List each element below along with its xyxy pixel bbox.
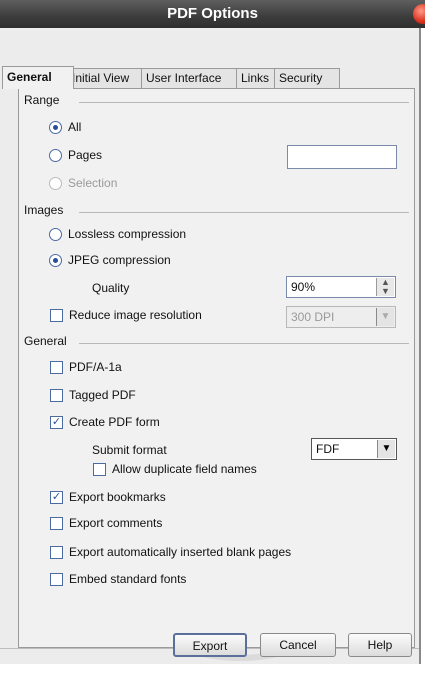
export-comments-checkbox[interactable] xyxy=(50,516,63,530)
quality-spinbox[interactable]: 90% ▲ ▼ xyxy=(286,276,396,298)
pages-radio[interactable] xyxy=(49,148,62,162)
embed-fonts-option[interactable]: Embed standard fonts xyxy=(50,572,186,586)
allow-duplicate-checkbox[interactable] xyxy=(93,462,106,476)
images-heading: Images xyxy=(24,203,64,217)
selection-label: Selection xyxy=(68,176,118,190)
all-radio[interactable] xyxy=(49,120,62,134)
range-divider xyxy=(79,102,409,103)
pages-label: Pages xyxy=(68,148,103,162)
resolution-value: 300 DPI xyxy=(291,310,335,324)
lossless-label: Lossless compression xyxy=(68,227,187,241)
range-heading: Range xyxy=(24,93,60,107)
embed-fonts-checkbox[interactable] xyxy=(50,572,63,586)
jpeg-option[interactable]: JPEG compression xyxy=(49,253,171,267)
range-all-option[interactable]: All xyxy=(49,120,81,134)
create-form-checkbox[interactable]: ✓ xyxy=(50,415,63,429)
chevron-down-icon[interactable]: ▼ xyxy=(377,440,395,458)
export-bookmarks-label: Export bookmarks xyxy=(69,490,166,504)
images-divider xyxy=(79,212,409,213)
reduce-resolution-label: Reduce image resolution xyxy=(69,308,202,322)
export-blank-pages-label: Export automatically inserted blank page… xyxy=(69,545,292,559)
tagged-pdf-label: Tagged PDF xyxy=(69,388,136,402)
dialog-body: General Initial View User Interface Link… xyxy=(0,28,421,664)
range-selection-option: Selection xyxy=(49,176,117,190)
general-panel: Range All Pages Selection Images Lossles… xyxy=(18,88,415,648)
export-comments-option[interactable]: Export comments xyxy=(50,516,162,530)
export-blank-pages-option[interactable]: Export automatically inserted blank page… xyxy=(50,545,291,559)
lossless-radio[interactable] xyxy=(49,227,62,241)
tagged-pdf-option[interactable]: Tagged PDF xyxy=(50,388,136,402)
tagged-pdf-checkbox[interactable] xyxy=(50,388,63,402)
reduce-resolution-option[interactable]: Reduce image resolution xyxy=(50,308,202,322)
export-button[interactable]: Export xyxy=(173,633,247,657)
export-comments-label: Export comments xyxy=(69,516,163,530)
help-button[interactable]: Help xyxy=(348,633,412,657)
resolution-select: 300 DPI ▼ xyxy=(286,306,396,328)
allow-duplicate-option[interactable]: Allow duplicate field names xyxy=(93,462,257,476)
create-form-label: Create PDF form xyxy=(69,415,160,429)
tab-security[interactable]: Security xyxy=(274,68,340,88)
selection-radio xyxy=(49,176,62,190)
general-heading: General xyxy=(24,334,67,348)
jpeg-label: JPEG compression xyxy=(68,253,171,267)
allow-duplicate-label: Allow duplicate field names xyxy=(112,462,257,476)
export-bookmarks-option[interactable]: ✓ Export bookmarks xyxy=(50,490,166,504)
quality-value: 90% xyxy=(291,280,316,294)
pdfa-option[interactable]: PDF/A-1a xyxy=(50,360,122,374)
tab-general[interactable]: General xyxy=(2,66,74,89)
pages-input[interactable] xyxy=(287,145,397,169)
export-blank-pages-checkbox[interactable] xyxy=(50,545,63,559)
submit-format-label: Submit format xyxy=(92,443,167,457)
title-bar: PDF Options xyxy=(0,0,425,28)
spin-arrows-icon[interactable]: ▲ ▼ xyxy=(376,278,394,296)
pdfa-checkbox[interactable] xyxy=(50,360,63,374)
pdfa-label: PDF/A-1a xyxy=(69,360,122,374)
export-bookmarks-checkbox[interactable]: ✓ xyxy=(50,490,63,504)
embed-fonts-label: Embed standard fonts xyxy=(69,572,187,586)
cancel-button[interactable]: Cancel xyxy=(260,633,336,657)
chevron-down-icon: ▼ xyxy=(376,308,394,326)
submit-format-value: FDF xyxy=(316,442,340,456)
general-divider xyxy=(79,343,409,344)
jpeg-radio[interactable] xyxy=(49,253,62,267)
window-title: PDF Options xyxy=(167,5,258,22)
tab-initial-view[interactable]: Initial View xyxy=(67,68,147,88)
create-form-option[interactable]: ✓ Create PDF form xyxy=(50,415,160,429)
all-label: All xyxy=(68,120,82,134)
reduce-resolution-checkbox[interactable] xyxy=(50,308,63,322)
lossless-option[interactable]: Lossless compression xyxy=(49,227,186,241)
tab-user-interface[interactable]: User Interface xyxy=(141,68,241,88)
range-pages-option[interactable]: Pages xyxy=(49,148,102,162)
quality-label: Quality xyxy=(92,281,130,295)
submit-format-select[interactable]: FDF ▼ xyxy=(311,438,397,460)
